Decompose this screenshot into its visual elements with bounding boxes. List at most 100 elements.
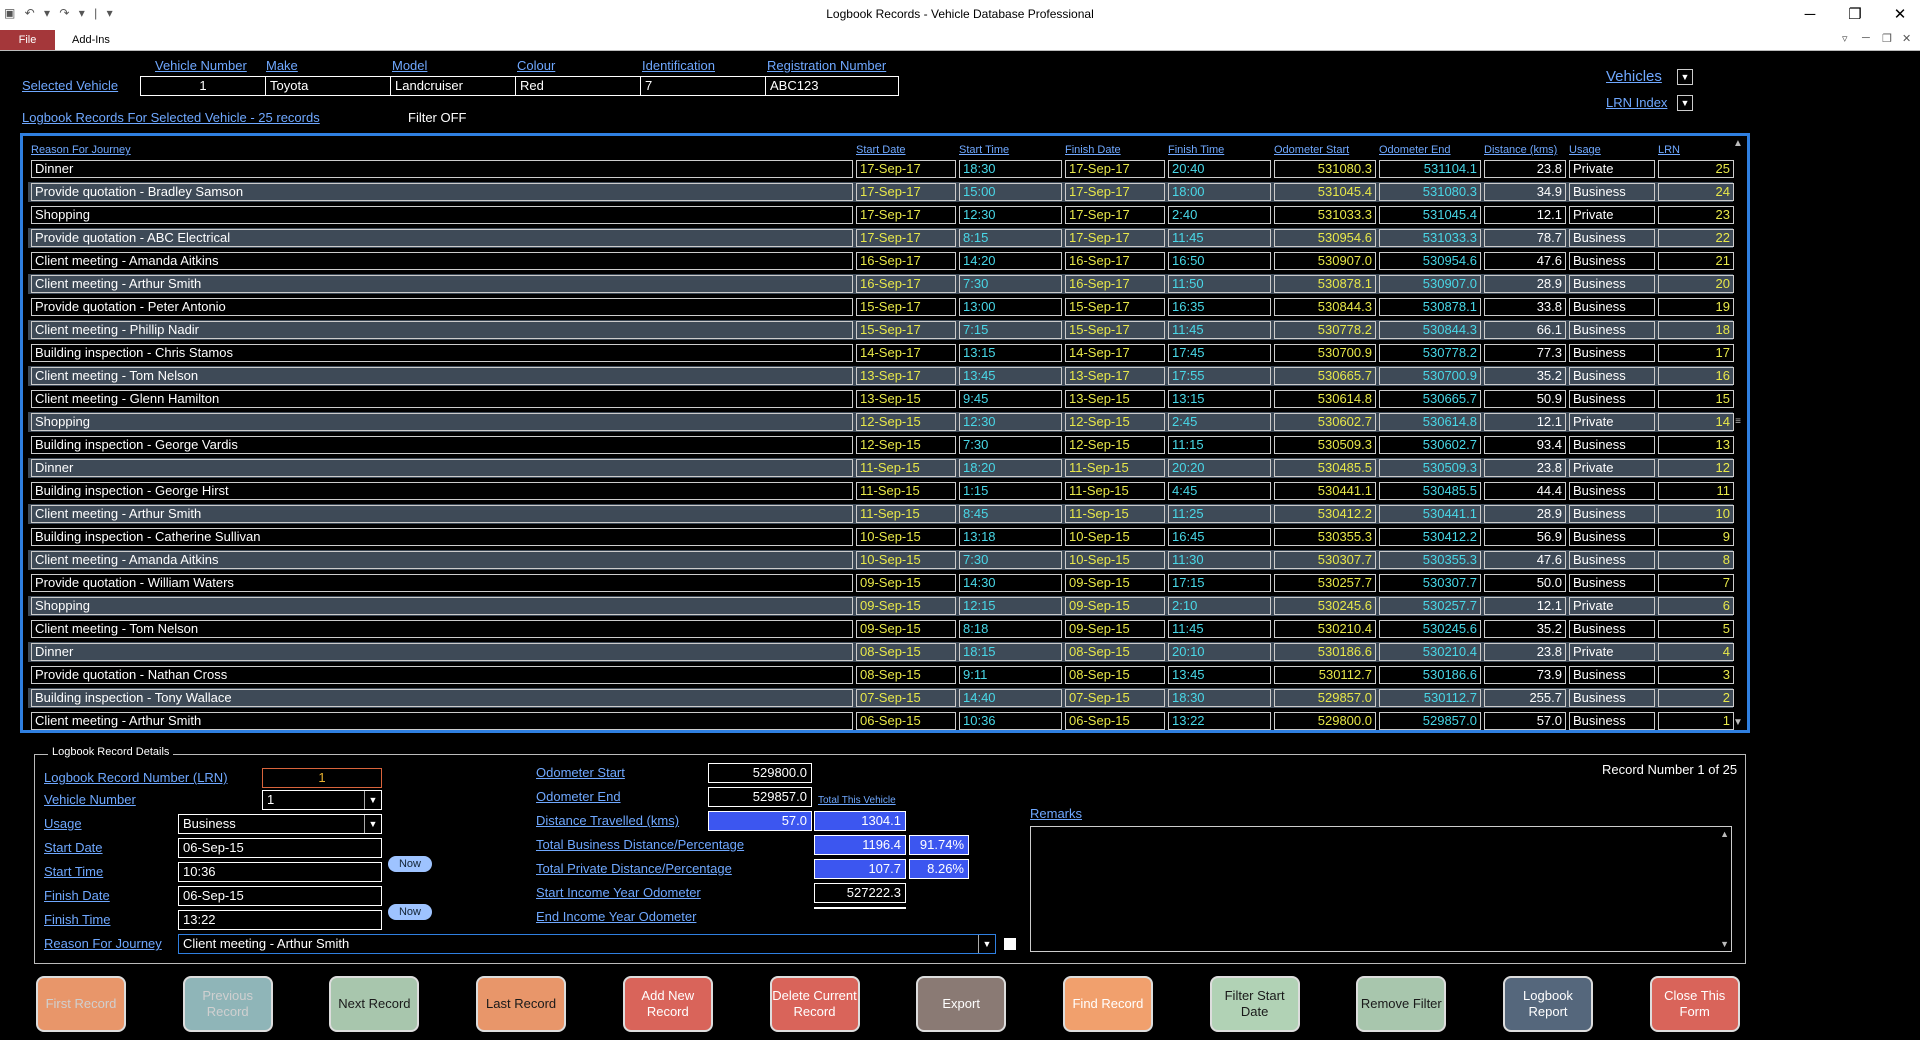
- cell-usage[interactable]: Private: [1569, 643, 1655, 661]
- income-end-input[interactable]: [814, 907, 906, 909]
- cell-distance[interactable]: 35.2: [1484, 620, 1566, 638]
- cell-odometer-start[interactable]: 530700.9: [1274, 344, 1376, 362]
- cell-distance[interactable]: 50.0: [1484, 574, 1566, 592]
- cell-reason[interactable]: Building inspection - George Hirst: [31, 482, 853, 500]
- cell-odometer-end[interactable]: 529857.0: [1379, 712, 1481, 730]
- delete-record-button[interactable]: Delete Current Record: [769, 976, 860, 1032]
- cell-start-time[interactable]: 14:40: [959, 689, 1062, 707]
- cell-start-date[interactable]: 09-Sep-15: [856, 620, 956, 638]
- table-row[interactable]: Client meeting - Glenn Hamilton 13-Sep-15…: [28, 389, 1734, 409]
- cell-odometer-end[interactable]: 530412.2: [1379, 528, 1481, 546]
- cell-start-time[interactable]: 18:15: [959, 643, 1062, 661]
- cell-finish-date[interactable]: 11-Sep-15: [1065, 459, 1165, 477]
- cell-start-time[interactable]: 9:45: [959, 390, 1062, 408]
- cell-odometer-start[interactable]: 530210.4: [1274, 620, 1376, 638]
- column-header-distance[interactable]: Distance (kms): [1484, 144, 1557, 156]
- cell-odometer-end[interactable]: 530665.7: [1379, 390, 1481, 408]
- cell-start-time[interactable]: 8:18: [959, 620, 1062, 638]
- scroll-up-icon[interactable]: ▲: [1720, 829, 1729, 839]
- cell-usage[interactable]: Business: [1569, 252, 1655, 270]
- cell-finish-date[interactable]: 17-Sep-17: [1065, 229, 1165, 247]
- cell-usage[interactable]: Business: [1569, 436, 1655, 454]
- table-row[interactable]: Client meeting - Tom Nelson 13-Sep-17 13:4…: [28, 366, 1734, 386]
- cell-start-time[interactable]: 13:00: [959, 298, 1062, 316]
- table-row[interactable]: Client meeting - Phillip Nadir 15-Sep-17 7…: [28, 320, 1734, 340]
- cell-finish-date[interactable]: 13-Sep-17: [1065, 367, 1165, 385]
- cell-odometer-start[interactable]: 531045.4: [1274, 183, 1376, 201]
- reason-select[interactable]: Client meeting - Arthur Smith ▼: [178, 934, 996, 954]
- cell-start-time[interactable]: 14:30: [959, 574, 1062, 592]
- cell-start-date[interactable]: 10-Sep-15: [856, 551, 956, 569]
- cell-start-date[interactable]: 09-Sep-15: [856, 597, 956, 615]
- cell-start-date[interactable]: 15-Sep-17: [856, 298, 956, 316]
- cell-finish-time[interactable]: 11:15: [1168, 436, 1271, 454]
- chevron-down-icon[interactable]: ▼: [364, 815, 381, 833]
- cell-finish-date[interactable]: 13-Sep-15: [1065, 390, 1165, 408]
- table-row[interactable]: Provide quotation - Peter Antonio 15-Sep-…: [28, 297, 1734, 317]
- table-row[interactable]: Building inspection - George Vardis 12-Se…: [28, 435, 1734, 455]
- cell-lrn[interactable]: 20: [1658, 275, 1734, 293]
- reason-checkbox[interactable]: [1004, 938, 1016, 950]
- cell-odometer-start[interactable]: 530257.7: [1274, 574, 1376, 592]
- cell-distance[interactable]: 47.6: [1484, 551, 1566, 569]
- cell-distance[interactable]: 77.3: [1484, 344, 1566, 362]
- filter-start-date-button[interactable]: Filter Start Date: [1209, 976, 1300, 1032]
- cell-finish-time[interactable]: 18:30: [1168, 689, 1271, 707]
- cell-usage[interactable]: Private: [1569, 597, 1655, 615]
- cell-odometer-end[interactable]: 530907.0: [1379, 275, 1481, 293]
- cell-odometer-start[interactable]: 530186.6: [1274, 643, 1376, 661]
- tab-add-ins[interactable]: Add-Ins: [72, 30, 110, 50]
- column-header-finish-date[interactable]: Finish Date: [1065, 144, 1121, 156]
- cell-odometer-end[interactable]: 530307.7: [1379, 574, 1481, 592]
- vehicle-number-select[interactable]: 1 ▼: [262, 790, 382, 810]
- cell-odometer-end[interactable]: 530186.6: [1379, 666, 1481, 684]
- header-vehicle-number[interactable]: Vehicle Number: [155, 58, 247, 73]
- finish-time-label[interactable]: Finish Time: [44, 912, 110, 927]
- cell-odometer-start[interactable]: 530778.2: [1274, 321, 1376, 339]
- cell-start-date[interactable]: 12-Sep-15: [856, 413, 956, 431]
- cell-usage[interactable]: Business: [1569, 712, 1655, 730]
- cell-finish-time[interactable]: 16:35: [1168, 298, 1271, 316]
- cell-lrn[interactable]: 3: [1658, 666, 1734, 684]
- cell-finish-time[interactable]: 17:55: [1168, 367, 1271, 385]
- cell-lrn[interactable]: 18: [1658, 321, 1734, 339]
- cell-finish-date[interactable]: 11-Sep-15: [1065, 505, 1165, 523]
- cell-reason[interactable]: Client meeting - Arthur Smith: [31, 505, 853, 523]
- cell-start-date[interactable]: 06-Sep-15: [856, 712, 956, 730]
- cell-odometer-end[interactable]: 530602.7: [1379, 436, 1481, 454]
- cell-odometer-end[interactable]: 530257.7: [1379, 597, 1481, 615]
- cell-odometer-start[interactable]: 529800.0: [1274, 712, 1376, 730]
- cell-odometer-start[interactable]: 529857.0: [1274, 689, 1376, 707]
- cell-lrn[interactable]: 12: [1658, 459, 1734, 477]
- cell-start-time[interactable]: 12:15: [959, 597, 1062, 615]
- lrn-index-link[interactable]: LRN Index: [1606, 95, 1667, 110]
- table-row[interactable]: Client meeting - Tom Nelson 09-Sep-15 8:18…: [28, 619, 1734, 639]
- column-header-start-time[interactable]: Start Time: [959, 144, 1009, 156]
- find-record-button[interactable]: Find Record: [1062, 976, 1153, 1032]
- cell-finish-time[interactable]: 20:20: [1168, 459, 1271, 477]
- cell-start-time[interactable]: 7:30: [959, 275, 1062, 293]
- cell-finish-date[interactable]: 15-Sep-17: [1065, 298, 1165, 316]
- cell-usage[interactable]: Business: [1569, 229, 1655, 247]
- table-row[interactable]: Provide quotation - Bradley Samson 17-Sep…: [28, 182, 1734, 202]
- cell-odometer-end[interactable]: 531045.4: [1379, 206, 1481, 224]
- cell-odometer-start[interactable]: 530441.1: [1274, 482, 1376, 500]
- usage-select[interactable]: Business ▼: [178, 814, 382, 834]
- cell-finish-time[interactable]: 11:45: [1168, 620, 1271, 638]
- distance-label[interactable]: Distance Travelled (kms): [536, 813, 679, 828]
- cell-finish-time[interactable]: 11:25: [1168, 505, 1271, 523]
- odometer-start-input[interactable]: 529800.0: [708, 763, 812, 783]
- next-record-button[interactable]: Next Record: [329, 976, 420, 1032]
- header-registration-number[interactable]: Registration Number: [767, 58, 886, 73]
- cell-finish-date[interactable]: 16-Sep-17: [1065, 275, 1165, 293]
- cell-distance[interactable]: 12.1: [1484, 206, 1566, 224]
- cell-start-time[interactable]: 9:11: [959, 666, 1062, 684]
- cell-start-date[interactable]: 17-Sep-17: [856, 206, 956, 224]
- cell-distance[interactable]: 66.1: [1484, 321, 1566, 339]
- cell-distance[interactable]: 44.4: [1484, 482, 1566, 500]
- cell-odometer-start[interactable]: 530412.2: [1274, 505, 1376, 523]
- cell-start-time[interactable]: 12:30: [959, 413, 1062, 431]
- table-row[interactable]: Dinner 11-Sep-15 18:20 11-Sep-15 20:20 530485…: [28, 458, 1734, 478]
- cell-start-time[interactable]: 18:20: [959, 459, 1062, 477]
- selected-vehicle-label[interactable]: Selected Vehicle: [22, 78, 118, 93]
